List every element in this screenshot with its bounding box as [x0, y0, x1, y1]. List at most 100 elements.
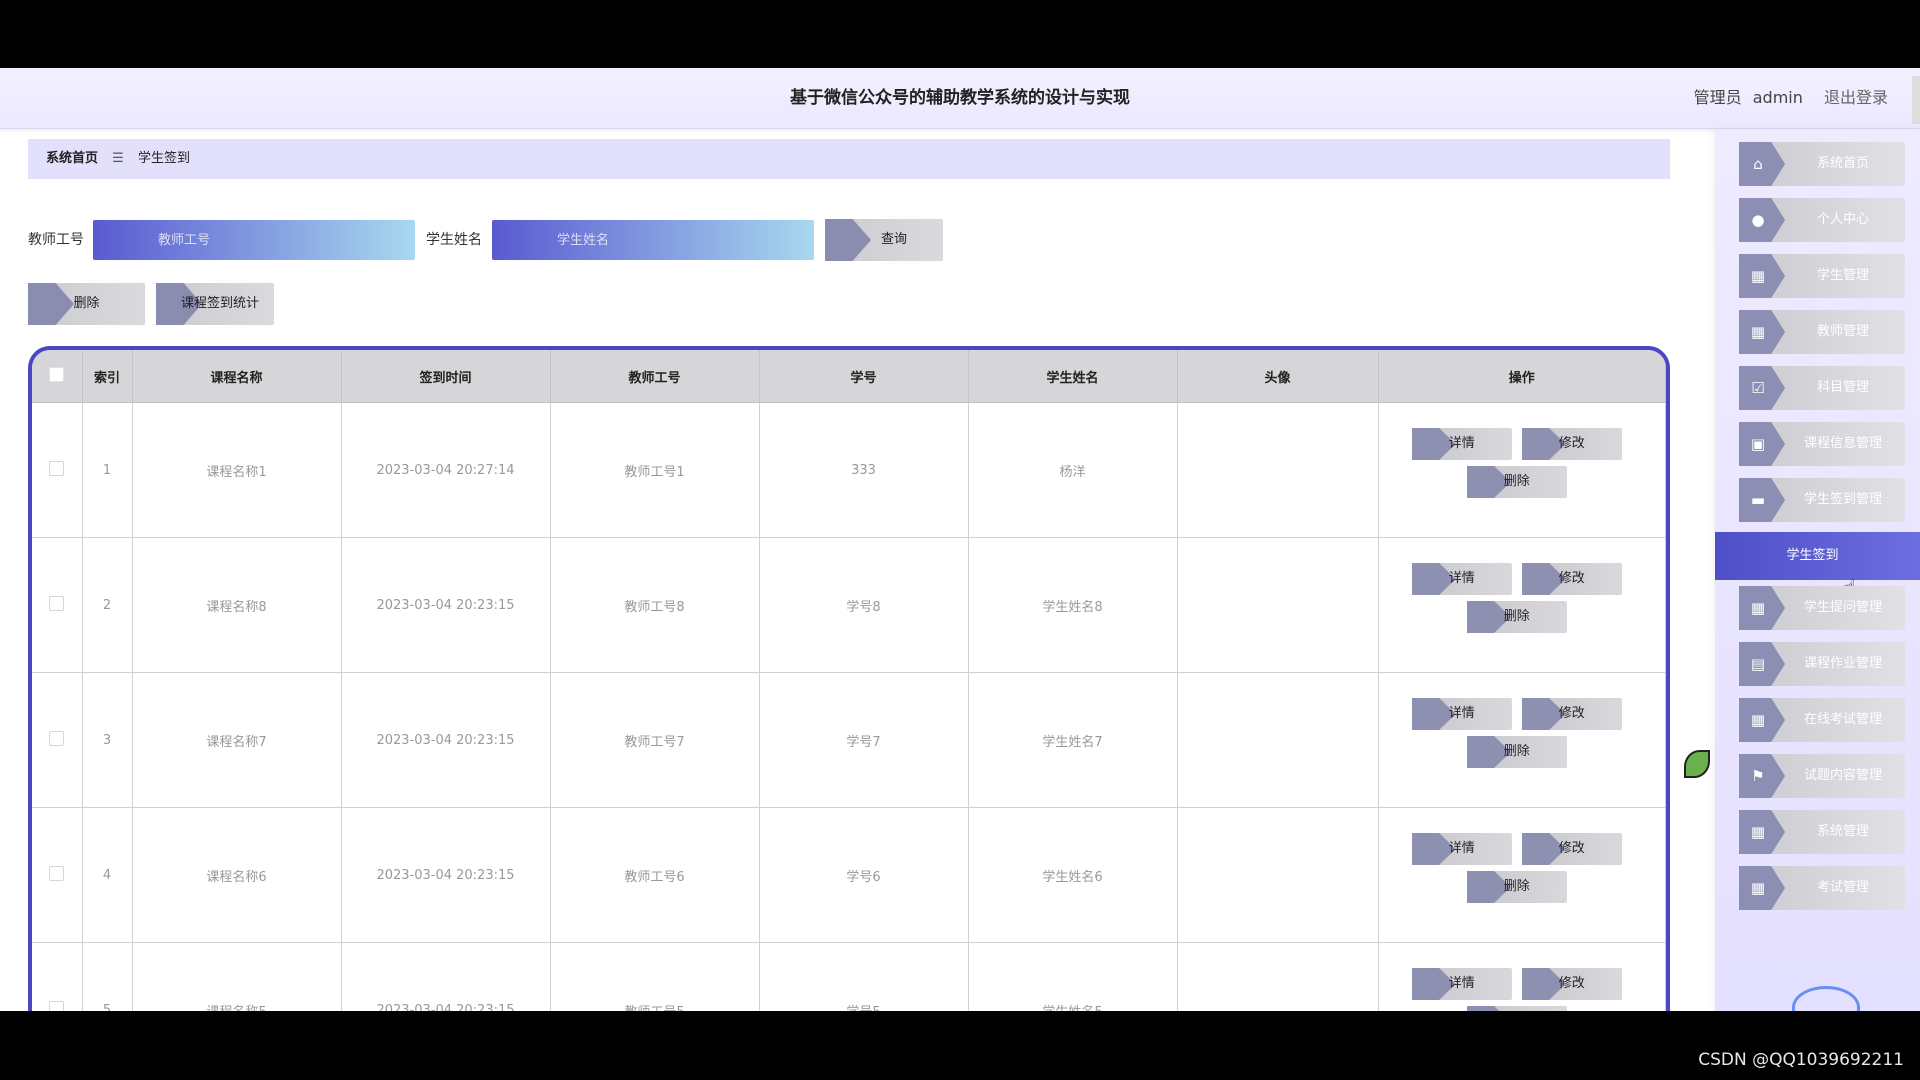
logout-link[interactable]: 退出登录: [1824, 88, 1888, 107]
grid-icon: ▦: [1750, 267, 1766, 285]
detail-button[interactable]: 详情: [1411, 968, 1512, 1000]
student-name-input[interactable]: [492, 220, 814, 260]
grid-icon: ▦: [1750, 823, 1766, 841]
cell-avatar: [1177, 807, 1379, 943]
column-header: 学号: [759, 350, 969, 403]
cell-teacher-no: 教师工号8: [550, 537, 760, 673]
select-all-checkbox[interactable]: [49, 366, 65, 382]
sidebar-item-label: 学生签到管理: [1803, 492, 1882, 507]
sidebar-item[interactable]: ▦ 在线考试管理: [1739, 698, 1905, 742]
detail-button[interactable]: 详情: [1411, 428, 1512, 460]
delete-button[interactable]: 删除: [1466, 466, 1567, 498]
table-row: 1 课程名称1 2023-03-04 20:27:14 教师工号1 333 杨洋 详情 修改删…: [32, 402, 1666, 538]
select-all-cell[interactable]: [32, 350, 83, 403]
edit-button[interactable]: 修改: [1521, 833, 1622, 865]
leaf-decoration-icon: [1684, 750, 1710, 778]
top-header: 基于微信公众号的辅助教学系统的设计与实现 管理员 admin 退出登录: [0, 68, 1920, 129]
sidebar-item[interactable]: ▦ 学生提问管理: [1739, 586, 1905, 630]
row-actions: 详情 修改删除: [1411, 833, 1632, 917]
row-checkbox[interactable]: [49, 730, 65, 746]
sidebar-item[interactable]: ▬ 学生签到管理: [1739, 478, 1905, 522]
edit-button[interactable]: 修改: [1521, 698, 1622, 730]
cell-course-name: 课程名称6: [132, 807, 342, 943]
video-letterbox-bottom: [0, 1011, 1920, 1080]
sidebar-item[interactable]: ⚑ 试题内容管理: [1739, 754, 1905, 798]
row-select-cell[interactable]: [32, 537, 83, 673]
breadcrumb-current: 学生签到: [137, 151, 190, 166]
row-checkbox[interactable]: [49, 865, 65, 881]
cell-checkin-time: 2023-03-04 20:23:15: [341, 537, 551, 673]
username: admin: [1752, 88, 1803, 107]
edit-button-label: 修改: [1558, 436, 1585, 451]
sidebar-item-label: 教师管理: [1816, 324, 1869, 339]
edit-button[interactable]: 修改: [1521, 428, 1622, 460]
teacher-no-label: 教师工号: [28, 232, 84, 248]
table-row: 4 课程名称6 2023-03-04 20:23:15 教师工号6 学号6 学生姓名6 详情…: [32, 807, 1666, 943]
detail-button-label: 详情: [1448, 976, 1475, 991]
sidebar-item[interactable]: ⌂ 系统首页: [1739, 142, 1905, 186]
user-icon: ●: [1751, 211, 1765, 229]
detail-button[interactable]: 详情: [1411, 698, 1512, 730]
edit-button-label: 修改: [1558, 706, 1585, 721]
sidebar-item-label: 系统首页: [1816, 156, 1869, 171]
detail-button-label: 详情: [1448, 571, 1475, 586]
table-row: 3 课程名称7 2023-03-04 20:23:15 教师工号7 学号7 学生姓名7 详情…: [32, 672, 1666, 808]
cell-avatar: [1177, 402, 1379, 538]
cell-student-no: 学号8: [759, 537, 969, 673]
window-scrollbar[interactable]: [1912, 76, 1920, 124]
sidebar-item[interactable]: 学生签到☝: [1715, 532, 1920, 601]
batch-delete-label: 删除: [73, 296, 100, 311]
row-checkbox[interactable]: [49, 1000, 65, 1011]
document-icon: ▤: [1750, 655, 1766, 673]
sidebar-item[interactable]: ☑ 科目管理: [1739, 366, 1905, 410]
cell-operations: 详情 修改删除: [1378, 402, 1666, 538]
grid-icon: ▦: [1750, 879, 1766, 897]
sidebar-item[interactable]: ● 个人中心: [1739, 198, 1905, 242]
sidebar-item[interactable]: ▤ 课程作业管理: [1739, 642, 1905, 686]
sidebar-item[interactable]: ▦ 考试管理: [1739, 866, 1905, 910]
column-header: 索引: [82, 350, 133, 403]
cell-teacher-no: 教师工号5: [550, 942, 760, 1011]
query-button[interactable]: 查询: [825, 219, 943, 261]
batch-delete-button[interactable]: 删除: [28, 283, 145, 325]
row-select-cell[interactable]: [32, 402, 83, 538]
query-button-label: 查询: [880, 232, 907, 247]
row-actions: 详情 修改删除: [1411, 563, 1632, 647]
row-actions: 详情 修改删除: [1411, 698, 1632, 782]
edit-button[interactable]: 修改: [1521, 563, 1622, 595]
detail-button-label: 详情: [1448, 841, 1475, 856]
column-header: 学生姓名: [968, 350, 1178, 403]
grid-icon: ▦: [1750, 711, 1766, 729]
row-select-cell[interactable]: [32, 672, 83, 808]
row-checkbox[interactable]: [49, 595, 65, 611]
table-row: 5课程名称52023-03-04 20:23:15教师工号5学号5学生姓名5 详情…: [32, 942, 1666, 1011]
sidebar-item[interactable]: ▦ 系统管理: [1739, 810, 1905, 854]
sidebar-item-label: 个人中心: [1816, 212, 1869, 227]
cell-student-name: 学生姓名7: [968, 672, 1178, 808]
row-select-cell[interactable]: [32, 807, 83, 943]
row-checkbox[interactable]: [49, 460, 65, 476]
table-row: 2 课程名称8 2023-03-04 20:23:15 教师工号8 学号8 学生姓名8 详情…: [32, 537, 1666, 673]
column-header: 操作: [1378, 350, 1666, 403]
row-select-cell[interactable]: [32, 942, 83, 1011]
detail-button[interactable]: 详情: [1411, 833, 1512, 865]
teacher-no-input[interactable]: [93, 220, 415, 260]
sidebar-item-label: 考试管理: [1816, 880, 1869, 895]
delete-button[interactable]: 删除: [1466, 736, 1567, 768]
edit-button[interactable]: 修改: [1521, 968, 1622, 1000]
cell-avatar: [1177, 672, 1379, 808]
delete-button-label: 删除: [1503, 879, 1530, 894]
cell-index: 1: [82, 402, 133, 538]
breadcrumb-home[interactable]: 系统首页: [46, 151, 98, 166]
delete-button[interactable]: 删除: [1466, 601, 1567, 633]
sidebar-item[interactable]: ▦ 教师管理: [1739, 310, 1905, 354]
sidebar-item[interactable]: ▣ 课程信息管理: [1739, 422, 1905, 466]
cell-course-name: 课程名称8: [132, 537, 342, 673]
sidebar-item-label: 学生提问管理: [1803, 600, 1882, 615]
detail-button[interactable]: 详情: [1411, 563, 1512, 595]
sidebar-item[interactable]: ▦ 学生管理: [1739, 254, 1905, 298]
checkin-table: 索引 课程名称 签到时间 教师工号 学号 学生姓名 头像 操作 1 课程名称1 20…: [28, 346, 1670, 1011]
course-checkin-stats-button[interactable]: 课程签到统计: [156, 283, 274, 325]
delete-button[interactable]: 删除: [1466, 871, 1567, 903]
course-checkin-stats-label: 课程签到统计: [180, 296, 259, 311]
